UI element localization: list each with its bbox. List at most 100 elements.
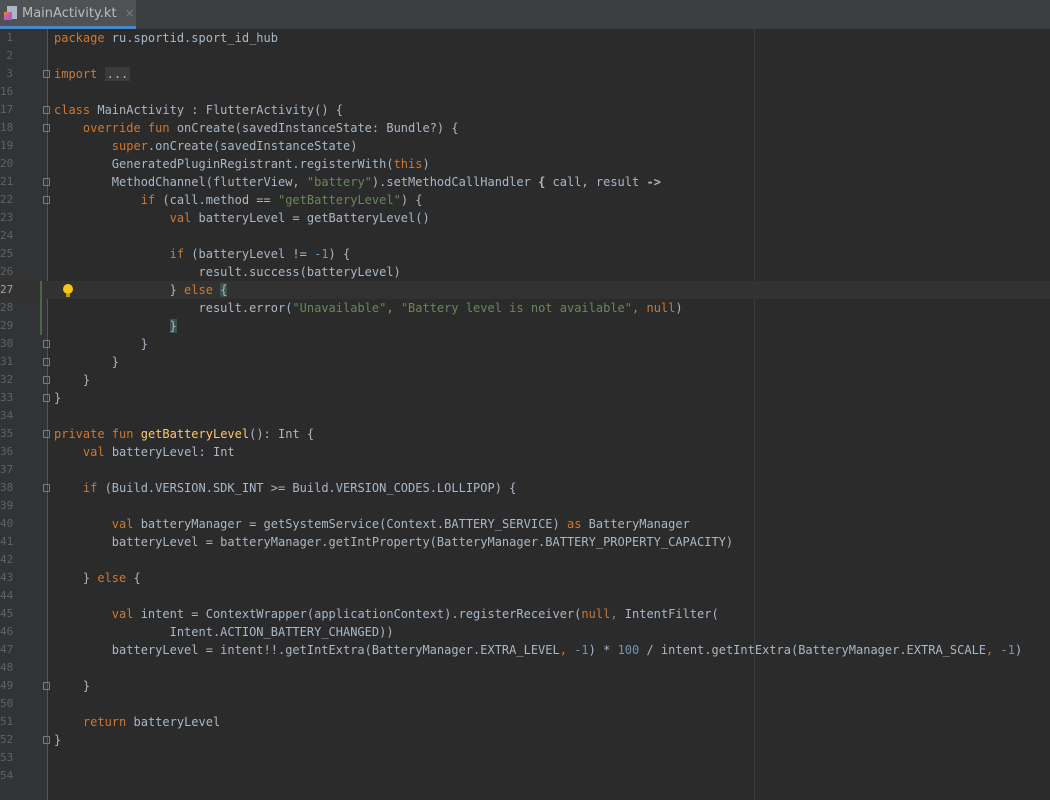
folded-imports[interactable]: ... — [104, 67, 131, 81]
code-line[interactable]: 41 batteryLevel = batteryManager.getIntP… — [0, 533, 1050, 551]
code-line[interactable]: 52} — [0, 731, 1050, 749]
line-number: 22 — [0, 193, 14, 206]
code-line[interactable]: 30 } — [0, 335, 1050, 353]
code-token: } — [54, 571, 98, 585]
fold-marker-icon[interactable] — [43, 430, 50, 438]
code-line[interactable]: 25 if (batteryLevel != -1) { — [0, 245, 1050, 263]
code-text: } — [54, 353, 119, 371]
code-line[interactable]: 48 — [0, 659, 1050, 677]
code-line[interactable]: 37 — [0, 461, 1050, 479]
line-number: 20 — [0, 157, 14, 170]
code-token: ) * — [588, 643, 618, 657]
fold-marker-icon[interactable] — [43, 394, 50, 402]
code-line[interactable]: 2 — [0, 47, 1050, 65]
code-line[interactable]: 54 — [0, 767, 1050, 785]
code-text: super.onCreate(savedInstanceState) — [54, 137, 358, 155]
line-number: 23 — [0, 211, 14, 224]
code-line[interactable]: 35 private fun getBatteryLevel(): Int { — [0, 425, 1050, 443]
code-token: null — [646, 301, 676, 315]
code-line[interactable]: 20 GeneratedPluginRegistrant.registerWit… — [0, 155, 1050, 173]
code-token: batteryLevel — [126, 715, 221, 729]
code-text: GeneratedPluginRegistrant.registerWith(t… — [54, 155, 430, 173]
code-line[interactable]: 51 return batteryLevel — [0, 713, 1050, 731]
code-line[interactable]: 16 — [0, 83, 1050, 101]
code-token: -1 — [314, 247, 329, 261]
code-line[interactable]: 38 if (Build.VERSION.SDK_INT >= Build.VE… — [0, 479, 1050, 497]
line-number: 39 — [0, 499, 14, 512]
fold-marker-icon[interactable] — [43, 358, 50, 366]
code-token: BatteryManager — [581, 517, 690, 531]
fold-marker-icon[interactable] — [43, 376, 50, 384]
code-line[interactable]: 23 val batteryLevel = getBatteryLevel() — [0, 209, 1050, 227]
tab-mainactivity[interactable]: MainActivity.kt × — [0, 0, 136, 29]
code-token: } — [54, 355, 120, 369]
fold-marker-icon[interactable] — [43, 736, 50, 744]
code-token: batteryLevel = batteryManager.getIntProp… — [54, 535, 734, 549]
code-line[interactable]: 22 if (call.method == "getBatteryLevel")… — [0, 191, 1050, 209]
code-line[interactable]: 42 — [0, 551, 1050, 569]
code-line[interactable]: 28 result.error("Unavailable", "Battery … — [0, 299, 1050, 317]
line-number: 50 — [0, 697, 14, 710]
code-line[interactable]: 27 } else { — [0, 281, 1050, 299]
code-line[interactable]: 36 val batteryLevel: Int — [0, 443, 1050, 461]
code-line[interactable]: 3 import ... — [0, 65, 1050, 83]
code-token: result.error( — [54, 301, 293, 315]
line-number: 40 — [0, 517, 14, 530]
code-token: , — [559, 643, 567, 657]
code-line[interactable]: 31 } — [0, 353, 1050, 371]
code-line[interactable]: 45 val intent = ContextWrapper(applicati… — [0, 605, 1050, 623]
code-token: else — [184, 283, 213, 297]
code-line[interactable]: 44 — [0, 587, 1050, 605]
code-line[interactable]: 43 } else { — [0, 569, 1050, 587]
code-line[interactable]: 24 — [0, 227, 1050, 245]
code-text: override fun onCreate(savedInstanceState… — [54, 119, 459, 137]
line-number: 49 — [0, 679, 14, 692]
code-line[interactable]: 17 class MainActivity : FlutterActivity()… — [0, 101, 1050, 119]
code-line[interactable]: 1 package ru.sportid.sport_id_hub — [0, 29, 1050, 47]
fold-marker-icon[interactable] — [43, 106, 50, 114]
code-line[interactable]: 21 MethodChannel(flutterView, "battery")… — [0, 173, 1050, 191]
code-token: } — [54, 733, 62, 747]
code-line[interactable]: 19 super.onCreate(savedInstanceState) — [0, 137, 1050, 155]
fold-marker-icon[interactable] — [43, 682, 50, 690]
fold-marker-icon[interactable] — [43, 70, 50, 78]
code-text: } else { — [54, 569, 141, 587]
close-icon[interactable]: × — [125, 6, 135, 20]
code-token: (batteryLevel != — [184, 247, 315, 261]
code-line[interactable]: 47 batteryLevel = intent!!.getIntExtra(B… — [0, 641, 1050, 659]
line-number: 19 — [0, 139, 14, 152]
code-line[interactable]: 32 } — [0, 371, 1050, 389]
code-line[interactable]: 26 result.success(batteryLevel) — [0, 263, 1050, 281]
fold-marker-icon[interactable] — [43, 124, 50, 132]
code-line[interactable]: 29 } — [0, 317, 1050, 335]
line-number: 51 — [0, 715, 14, 728]
code-line[interactable]: 33} — [0, 389, 1050, 407]
line-number: 30 — [0, 337, 14, 350]
change-marker — [40, 299, 42, 317]
fold-marker-icon[interactable] — [43, 196, 50, 204]
fold-marker-icon[interactable] — [43, 178, 50, 186]
code-line[interactable]: 18 override fun onCreate(savedInstanceSt… — [0, 119, 1050, 137]
code-line[interactable]: 39 — [0, 497, 1050, 515]
code-token: val — [111, 517, 134, 531]
code-line[interactable]: 34 — [0, 407, 1050, 425]
fold-marker-icon[interactable] — [43, 340, 50, 348]
line-number: 2 — [6, 49, 13, 62]
code-line[interactable]: 40 val batteryManager = getSystemService… — [0, 515, 1050, 533]
code-line[interactable]: 53 — [0, 749, 1050, 767]
line-number: 24 — [0, 229, 14, 242]
code-text: result.success(batteryLevel) — [54, 263, 401, 281]
code-token: -1 — [574, 643, 589, 657]
fold-marker-icon[interactable] — [43, 484, 50, 492]
code-line[interactable]: 50 — [0, 695, 1050, 713]
code-token: result.success(batteryLevel) — [54, 265, 401, 279]
code-editor[interactable]: 1 package ru.sportid.sport_id_hub 2 3 import… — [0, 29, 1050, 800]
line-number: 45 — [0, 607, 14, 620]
tab-title: MainActivity.kt — [22, 5, 117, 21]
code-line[interactable]: 46 Intent.ACTION_BATTERY_CHANGED)) — [0, 623, 1050, 641]
code-line[interactable]: 49 } — [0, 677, 1050, 695]
